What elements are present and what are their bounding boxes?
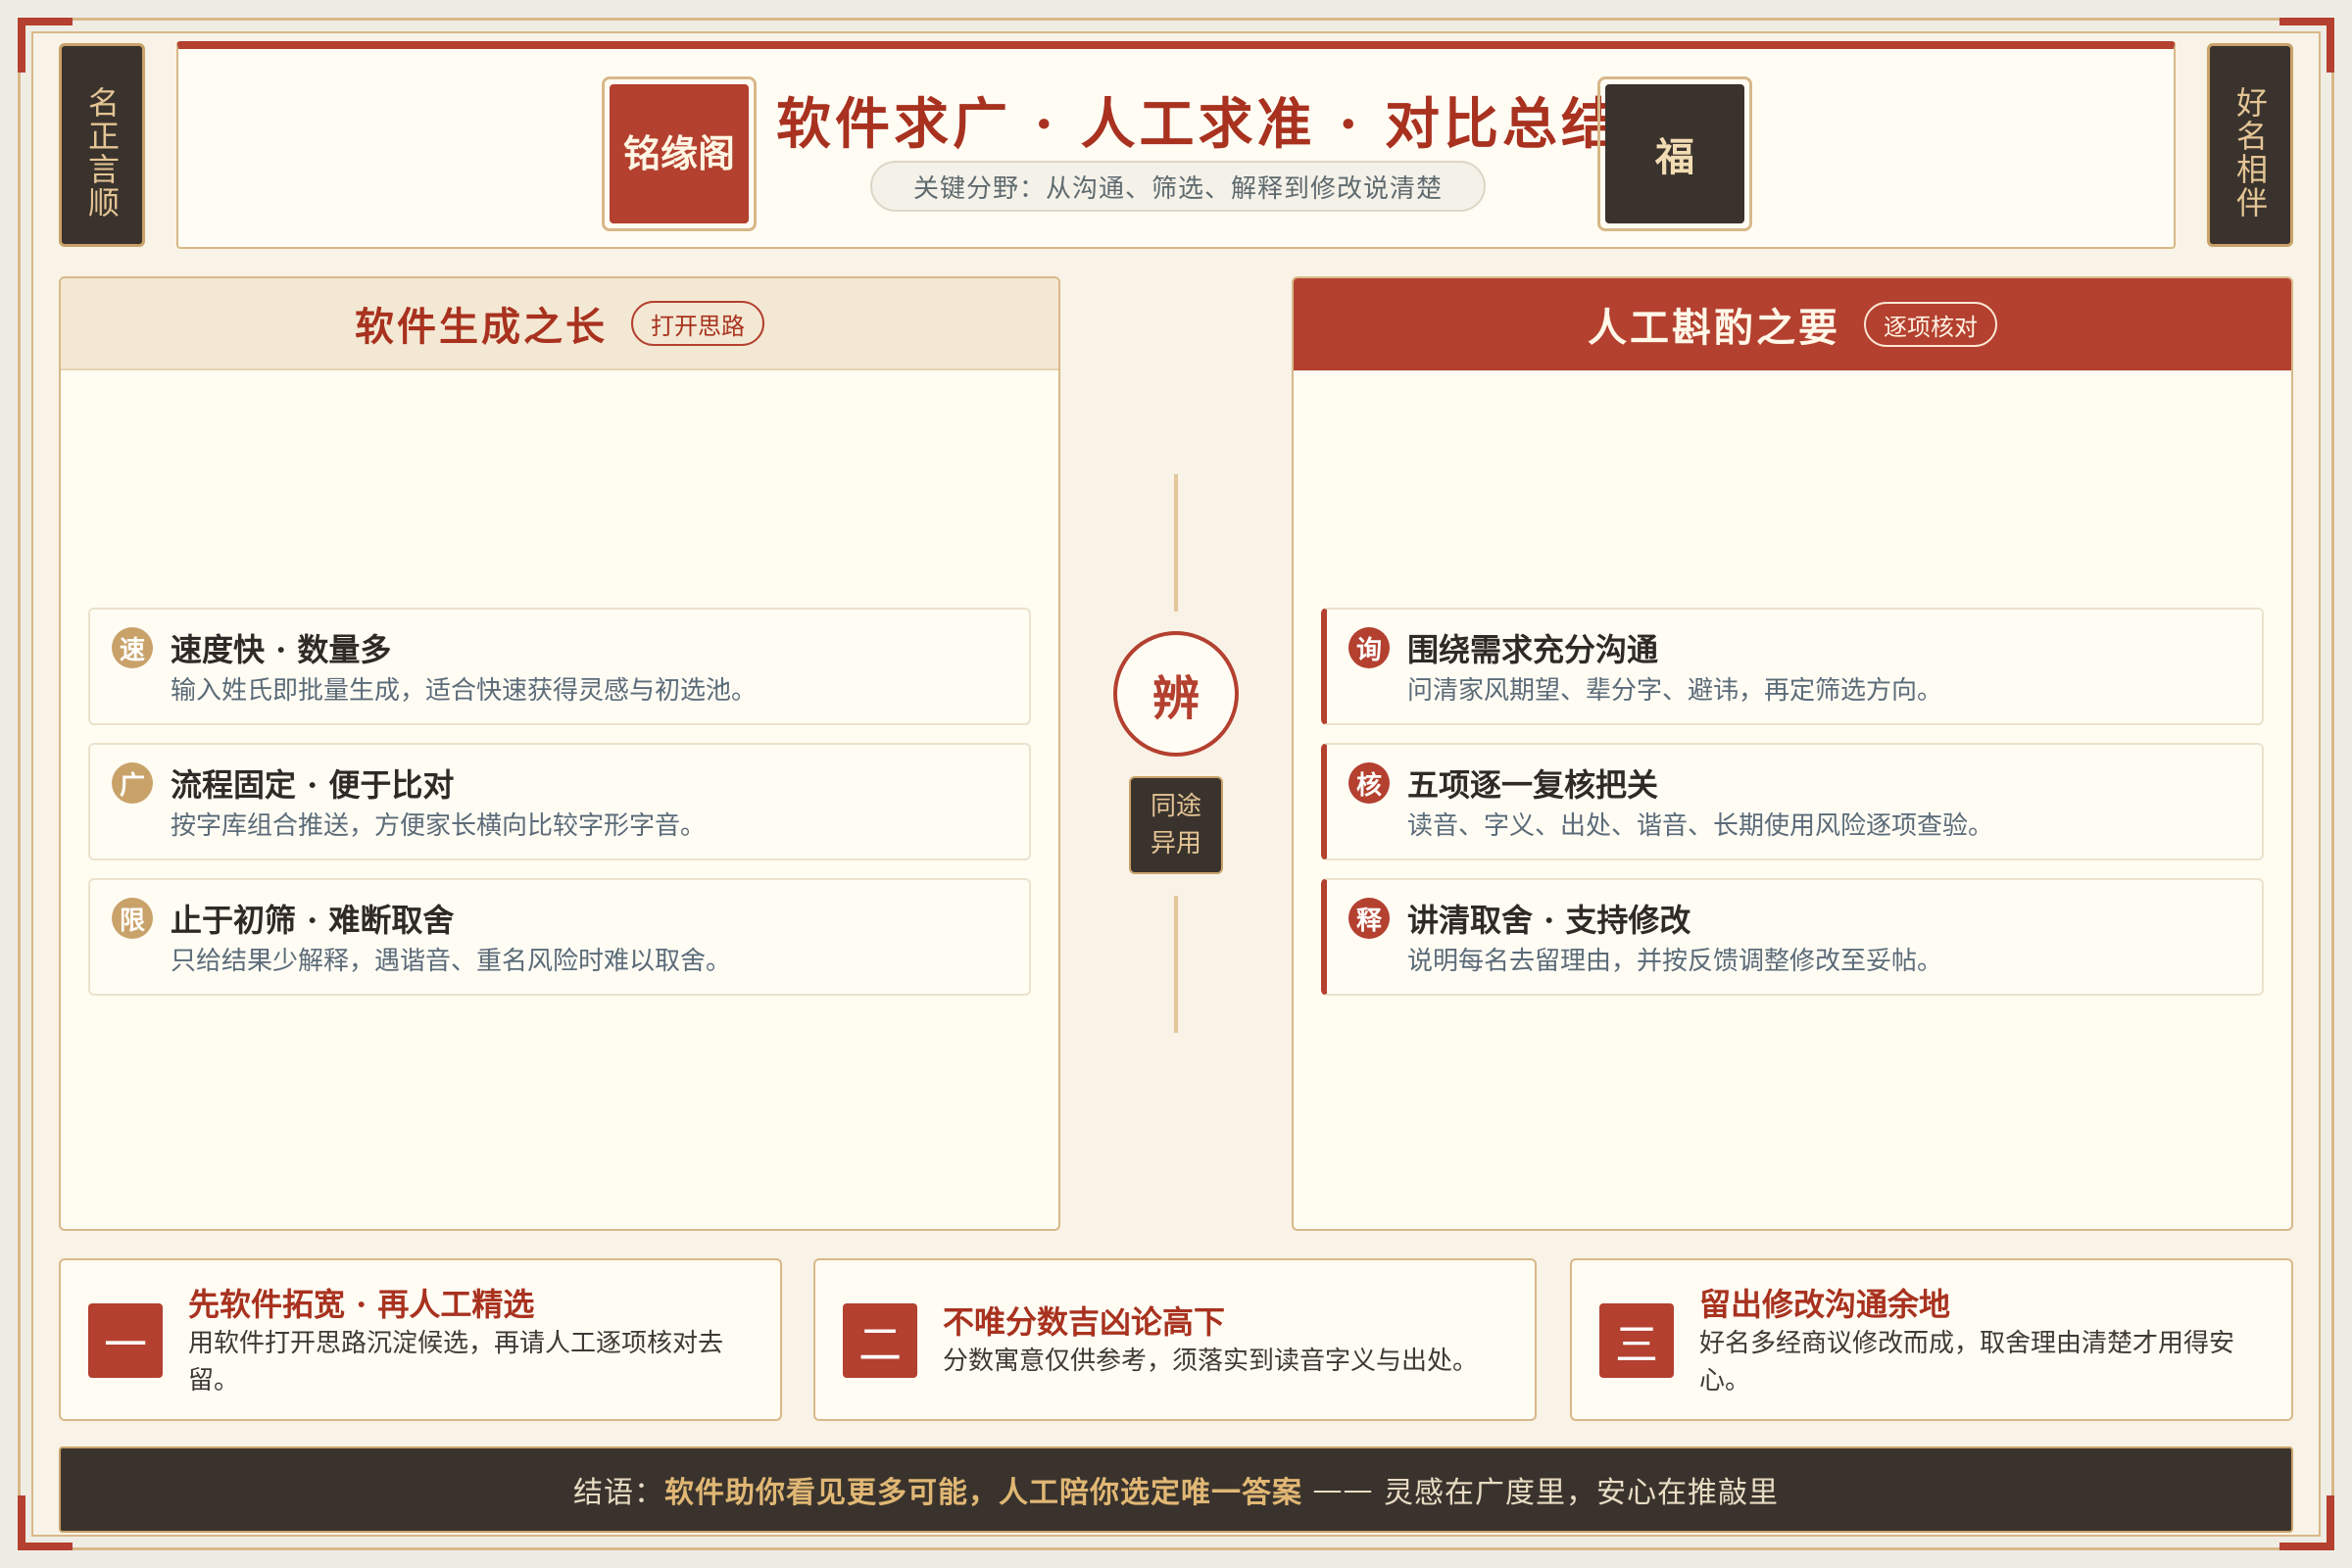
tip-desc: 用软件打开思路沉淀候选，再请人工逐项核对去留。	[188, 1329, 724, 1396]
footer-suffix: 灵感在广度里，安心在推敲里	[1384, 1476, 1780, 1510]
card-badge: 释	[1348, 898, 1390, 939]
software-panel: 软件生成之长 打开思路 速 速度快 · 数量多 输入姓氏即批量生成，适合快速获得…	[59, 276, 1060, 1231]
manual-card-consult: 询 围绕需求充分沟通 问清家风期望、辈分字、避讳，再定筛选方向。	[1321, 608, 2264, 725]
card-badge: 核	[1348, 762, 1390, 804]
manual-panel-tag: 逐项核对	[1864, 302, 1997, 347]
manual-card-explain: 释 讲清取舍 · 支持修改 说明每名去留理由，并按反馈调整修改至妥帖。	[1321, 878, 2264, 996]
fu-seal: 福	[1597, 76, 1752, 231]
tip-title: 留出修改沟通余地	[1699, 1286, 1951, 1323]
card-title: 围绕需求充分沟通	[1407, 631, 1659, 668]
footer-dash: ——	[1301, 1472, 1385, 1507]
card-desc: 按字库组合推送，方便家长横向比较字形字音。	[171, 811, 707, 841]
software-card-list: 速 速度快 · 数量多 输入姓氏即批量生成，适合快速获得灵感与初选池。 广 流程…	[88, 608, 1031, 1013]
divider-line-bottom	[1174, 896, 1178, 1033]
divider-line-top	[1174, 474, 1178, 612]
card-badge: 询	[1348, 627, 1390, 668]
card-badge: 限	[112, 898, 153, 939]
tip-number: 一	[88, 1303, 163, 1378]
card-desc: 只给结果少解释，遇谐音、重名风险时难以取舍。	[171, 947, 732, 976]
fu-text: 福	[1605, 84, 1744, 223]
card-title: 五项逐一复核把关	[1407, 766, 1659, 804]
software-card-process: 广 流程固定 · 便于比对 按字库组合推送，方便家长横向比较字形字音。	[88, 743, 1031, 860]
card-title: 流程固定 · 便于比对	[171, 766, 455, 804]
tip-title: 先软件拓宽 · 再人工精选	[188, 1286, 535, 1323]
card-badge: 速	[112, 627, 153, 668]
tip-title: 不唯分数吉凶论高下	[943, 1303, 1226, 1341]
card-desc: 输入姓氏即批量生成，适合快速获得灵感与初选池。	[171, 676, 758, 706]
tip-desc: 好名多经商议修改而成，取舍理由清楚才用得安心。	[1699, 1329, 2235, 1396]
page-title: 软件求广 · 人工求准 · 对比总结	[776, 92, 1620, 157]
center-label: 同途 异用	[1129, 776, 1223, 874]
software-panel-title: 软件生成之长	[355, 304, 608, 350]
tip-card-1: 一 先软件拓宽 · 再人工精选 用软件打开思路沉淀候选，再请人工逐项核对去留。	[59, 1258, 782, 1421]
footer-emphasis: 软件助你看见更多可能，人工陪你选定唯一答案	[663, 1476, 1302, 1510]
manual-panel-title: 人工斟酌之要	[1588, 305, 1840, 351]
tip-number: 三	[1599, 1303, 1674, 1378]
card-title: 速度快 · 数量多	[171, 631, 392, 668]
card-badge: 广	[112, 762, 153, 804]
footer-conclusion: 结语： 软件助你看见更多可能，人工陪你选定唯一答案 —— 灵感在广度里，安心在推…	[59, 1446, 2293, 1533]
header: 铭缘阁 软件求广 · 人工求准 · 对比总结 关键分野：从沟通、筛选、解释到修改…	[176, 41, 2176, 249]
card-desc: 读音、字义、出处、谐音、长期使用风险逐项查验。	[1407, 811, 1994, 841]
logo-text: 铭缘阁	[610, 84, 749, 223]
card-desc: 说明每名去留理由，并按反馈调整修改至妥帖。	[1407, 947, 1943, 976]
software-card-speed: 速 速度快 · 数量多 输入姓氏即批量生成，适合快速获得灵感与初选池。	[88, 608, 1031, 725]
card-desc: 问清家风期望、辈分字、避讳，再定筛选方向。	[1407, 676, 1943, 706]
card-title: 止于初筛 · 难断取舍	[171, 902, 455, 939]
manual-card-verify: 核 五项逐一复核把关 读音、字义、出处、谐音、长期使用风险逐项查验。	[1321, 743, 2264, 860]
software-panel-tag: 打开思路	[631, 301, 764, 346]
tip-desc: 分数寓意仅供参考，须落实到读音字义与出处。	[943, 1347, 1479, 1376]
tip-card-2: 二 不唯分数吉凶论高下 分数寓意仅供参考，须落实到读音字义与出处。	[813, 1258, 1537, 1421]
tip-number: 二	[843, 1303, 917, 1378]
logo-seal: 铭缘阁	[602, 76, 757, 231]
center-label-line-2: 异用	[1150, 829, 1201, 858]
tip-card-3: 三 留出修改沟通余地 好名多经商议修改而成，取舍理由清楚才用得安心。	[1570, 1258, 2293, 1421]
manual-card-list: 询 围绕需求充分沟通 问清家风期望、辈分字、避讳，再定筛选方向。 核 五项逐一复…	[1321, 608, 2264, 1013]
manual-panel-header: 人工斟酌之要 逐项核对	[1294, 278, 2291, 370]
side-seal-left: 名正言顺	[59, 43, 145, 247]
footer-prefix: 结语：	[572, 1476, 664, 1510]
software-panel-header: 软件生成之长 打开思路	[61, 278, 1058, 370]
center-symbol: 辨	[1113, 631, 1239, 757]
card-title: 讲清取舍 · 支持修改	[1407, 902, 1691, 939]
side-seal-right: 好名相伴	[2207, 43, 2293, 247]
center-label-line-1: 同途	[1150, 792, 1201, 821]
software-card-limit: 限 止于初筛 · 难断取舍 只给结果少解释，遇谐音、重名风险时难以取舍。	[88, 878, 1031, 996]
page-subtitle: 关键分野：从沟通、筛选、解释到修改说清楚	[870, 161, 1486, 212]
manual-panel: 人工斟酌之要 逐项核对 询 围绕需求充分沟通 问清家风期望、辈分字、避讳，再定筛…	[1292, 276, 2293, 1231]
